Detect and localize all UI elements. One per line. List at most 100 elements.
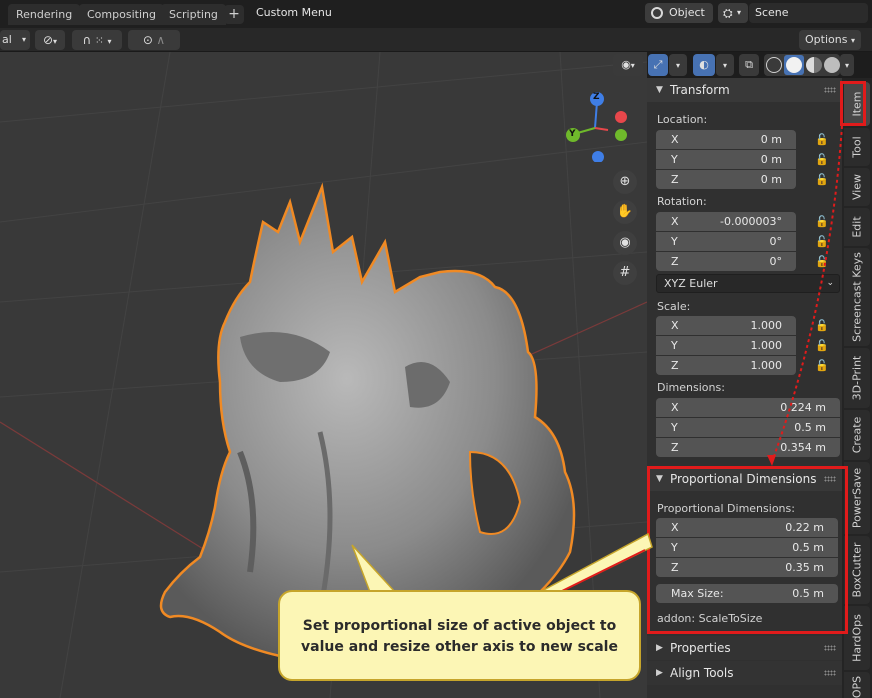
axis-label: Y	[671, 421, 678, 434]
object-mode-icon	[651, 7, 663, 19]
shading-dropdown[interactable]: ▾	[840, 54, 854, 76]
tab-view[interactable]: View	[844, 168, 870, 206]
tab-3d-print[interactable]: 3D-Print	[844, 348, 870, 408]
gizmo-y-label: Y	[569, 129, 576, 139]
transform-pivot-dropdown[interactable]: al ▾	[0, 30, 30, 50]
rotation-z-field[interactable]: Z 0°	[656, 252, 796, 271]
proportional-editing[interactable]: ⊙ ∧	[128, 30, 180, 50]
lock-icon[interactable]: 🔓	[815, 235, 829, 248]
transform-orientation-button[interactable]: ⊘▾	[35, 30, 65, 50]
tab-label: Create	[850, 416, 864, 454]
transform-panel-header[interactable]: ▼ Transform	[647, 78, 842, 102]
tab-screencast-keys[interactable]: Screencast Keys	[844, 248, 870, 346]
drag-grip-icon[interactable]	[824, 670, 836, 676]
field-value: 0 m	[760, 133, 782, 146]
align-tools-title: Align Tools	[670, 666, 734, 680]
rotation-y-field[interactable]: Y 0°	[656, 232, 796, 251]
dimensions-x-field[interactable]: X 0.224 m	[656, 398, 840, 417]
field-value: 1.000	[750, 359, 783, 372]
axis-label: Y	[671, 235, 678, 248]
dimensions-y-field[interactable]: Y 0.5 m	[656, 418, 840, 437]
lock-icon[interactable]: 🔓	[815, 173, 829, 186]
axis-label: X	[671, 319, 679, 332]
overlay-toggle[interactable]: ◐	[693, 54, 715, 76]
pan-hand-icon[interactable]: ✋	[613, 200, 637, 224]
axis-label: X	[671, 133, 679, 146]
falloff-curve-icon: ∧	[156, 33, 166, 47]
tab-create[interactable]: Create	[844, 410, 870, 460]
tab-edit[interactable]: Edit	[844, 208, 870, 246]
callout-line-2: value and resize other axis to new scale	[301, 639, 618, 655]
tab-compositing[interactable]: Compositing	[79, 4, 164, 25]
tooltip-callout: Set proportional size of active object t…	[278, 590, 641, 681]
scene-browse-button[interactable]: ⛭ ▾	[718, 3, 748, 23]
proportional-edit-icon: ⊙	[142, 33, 153, 47]
location-z-field[interactable]: Z 0 m	[656, 170, 796, 189]
gizmo-dropdown[interactable]: ▾	[669, 54, 687, 76]
lock-icon[interactable]: 🔓	[815, 319, 829, 332]
axis-label: Z	[671, 255, 679, 268]
drag-grip-icon[interactable]	[824, 645, 836, 651]
wireframe-shading-icon[interactable]	[766, 57, 782, 73]
location-x-field[interactable]: X 0 m	[656, 130, 796, 149]
expand-arrow-icon: ▶	[656, 668, 663, 678]
tab-tool[interactable]: Tool	[844, 128, 870, 166]
rotation-mode-value: XYZ Euler	[664, 277, 718, 290]
lock-icon[interactable]: 🔓	[815, 133, 829, 146]
xray-toggle[interactable]: ⧉	[739, 54, 759, 76]
tab-rendering[interactable]: Rendering	[8, 4, 81, 25]
gizmo-toggle[interactable]: ⤢	[648, 54, 668, 76]
shading-mode-group	[764, 54, 840, 76]
rotation-mode-select[interactable]: XYZ Euler ⌄	[656, 274, 840, 293]
material-shading-icon[interactable]	[806, 57, 822, 73]
custom-menu[interactable]: Custom Menu	[256, 6, 332, 19]
field-value: 0°	[769, 235, 783, 248]
lock-icon[interactable]: 🔓	[815, 359, 829, 372]
scale-y-field[interactable]: Y 1.000	[656, 336, 796, 355]
navigation-gizmo[interactable]: Z Y	[560, 92, 630, 162]
lock-icon[interactable]: 🔓	[815, 153, 829, 166]
scene-icon: ⛭	[723, 6, 733, 20]
field-value: 1.000	[750, 339, 783, 352]
collapse-arrow-icon: ▼	[656, 85, 663, 95]
align-tools-panel-header[interactable]: ▶ Align Tools	[647, 661, 842, 685]
mode-selector[interactable]: Object	[645, 3, 713, 23]
expand-arrow-icon: ▶	[656, 643, 663, 653]
field-value: 0.224 m	[780, 401, 826, 414]
tab-label: 3D-Print	[850, 355, 864, 401]
dimensions-z-field[interactable]: Z 0.354 m	[656, 438, 840, 457]
tab-label: Screencast Keys	[850, 252, 864, 342]
scale-z-field[interactable]: Z 1.000	[656, 356, 796, 375]
tab-ops[interactable]: OPS	[844, 672, 870, 698]
location-y-field[interactable]: Y 0 m	[656, 150, 796, 169]
options-dropdown[interactable]: Options ▾	[799, 30, 861, 50]
chevron-down-icon: ▾	[630, 61, 635, 70]
drag-grip-icon[interactable]	[824, 87, 836, 93]
options-label: Options	[805, 33, 848, 46]
field-value: 0 m	[760, 173, 782, 186]
perspective-grid-icon[interactable]: #	[613, 261, 637, 285]
zoom-icon[interactable]: ⊕	[613, 170, 637, 194]
gizmo-axes	[566, 92, 627, 162]
solid-shading-icon[interactable]	[784, 55, 804, 75]
lock-icon[interactable]: 🔓	[815, 339, 829, 352]
lock-icon[interactable]: 🔓	[815, 215, 829, 228]
overlay-dropdown[interactable]: ▾	[716, 54, 734, 76]
scale-x-field[interactable]: X 1.000	[656, 316, 796, 335]
visibility-dropdown[interactable]: ◉▾	[613, 54, 643, 76]
scene-name-field[interactable]: Scene	[749, 3, 868, 23]
dimensions-label: Dimensions:	[657, 381, 725, 394]
properties-panel-header[interactable]: ▶ Properties	[647, 636, 842, 660]
chevron-down-icon: ▾	[850, 36, 855, 45]
rotation-x-field[interactable]: X -0.000003°	[656, 212, 796, 231]
field-value: 1.000	[750, 319, 783, 332]
scale-label: Scale:	[657, 300, 691, 313]
axis-label: Y	[671, 153, 678, 166]
snap-settings[interactable]: ∩ ⁙ ▾	[72, 30, 122, 50]
lock-icon[interactable]: 🔓	[815, 255, 829, 268]
camera-icon[interactable]: ◉	[613, 231, 637, 255]
rendered-shading-icon[interactable]	[824, 57, 840, 73]
add-workspace-button[interactable]: +	[224, 5, 244, 24]
tab-scripting[interactable]: Scripting	[161, 4, 226, 25]
axis-label: X	[671, 215, 679, 228]
